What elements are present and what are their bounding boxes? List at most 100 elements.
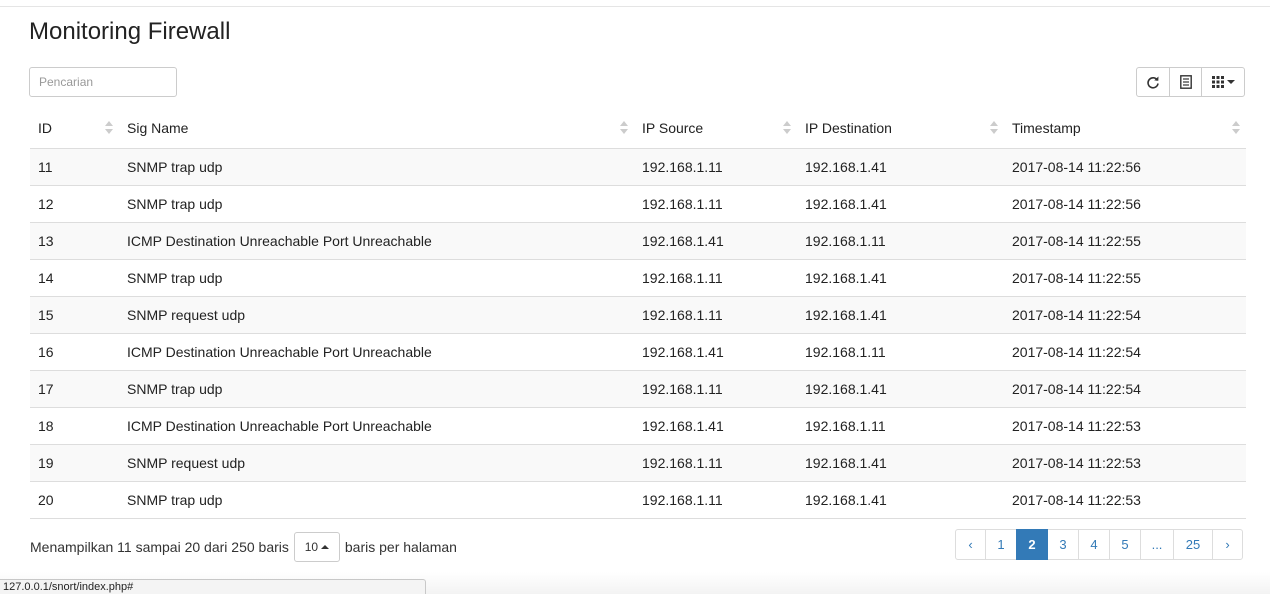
cell-timestamp: 2017-08-14 11:22:53 bbox=[1004, 444, 1246, 482]
cell-ip-destination: 192.168.1.11 bbox=[797, 222, 1004, 260]
cell-timestamp: 2017-08-14 11:22:53 bbox=[1004, 407, 1246, 445]
column-header-sig-name[interactable]: Sig Name bbox=[119, 108, 634, 149]
cell-timestamp: 2017-08-14 11:22:56 bbox=[1004, 148, 1246, 186]
page-link-5[interactable]: 5 bbox=[1109, 529, 1141, 560]
column-header-ip-source[interactable]: IP Source bbox=[634, 108, 797, 149]
cell-ip-source: 192.168.1.11 bbox=[634, 259, 797, 297]
table-row[interactable]: 14 SNMP trap udp 192.168.1.11 192.168.1.41 2… bbox=[30, 259, 1246, 297]
cell-sig-name: SNMP trap udp bbox=[119, 185, 634, 223]
column-header-id[interactable]: ID bbox=[30, 108, 119, 149]
sort-icon bbox=[990, 121, 998, 135]
showing-text: Menampilkan 11 sampai 20 dari 250 baris bbox=[30, 539, 289, 555]
browser-status-url: 127.0.0.1/snort/index.php# bbox=[0, 579, 426, 594]
cell-ip-source: 192.168.1.41 bbox=[634, 222, 797, 260]
column-header-timestamp[interactable]: Timestamp bbox=[1004, 108, 1246, 149]
cell-id: 14 bbox=[30, 259, 119, 297]
cell-ip-destination: 192.168.1.41 bbox=[797, 148, 1004, 186]
cell-sig-name: SNMP trap udp bbox=[119, 259, 634, 297]
column-header-label: IP Destination bbox=[805, 119, 892, 136]
cell-ip-source: 192.168.1.11 bbox=[634, 185, 797, 223]
top-divider bbox=[0, 6, 1270, 7]
cell-timestamp: 2017-08-14 11:22:54 bbox=[1004, 333, 1246, 371]
cell-ip-source: 192.168.1.11 bbox=[634, 370, 797, 408]
table-row[interactable]: 17 SNMP trap udp 192.168.1.11 192.168.1.41 2… bbox=[30, 370, 1246, 408]
column-header-label: Timestamp bbox=[1012, 119, 1081, 136]
firewall-table: ID Sig Name IP Source IP Destination Tim… bbox=[30, 108, 1246, 519]
cell-sig-name: SNMP trap udp bbox=[119, 481, 634, 519]
cell-id: 19 bbox=[30, 444, 119, 482]
column-header-ip-destination[interactable]: IP Destination bbox=[797, 108, 1004, 149]
columns-dropdown-button[interactable] bbox=[1201, 67, 1245, 97]
table-row[interactable]: 11 SNMP trap udp 192.168.1.11 192.168.1.41 2… bbox=[30, 148, 1246, 186]
table-row[interactable]: 13 ICMP Destination Unreachable Port Unre… bbox=[30, 222, 1246, 260]
cell-id: 17 bbox=[30, 370, 119, 408]
column-header-label: IP Source bbox=[642, 119, 704, 136]
cell-sig-name: SNMP trap udp bbox=[119, 370, 634, 408]
cell-ip-destination: 192.168.1.41 bbox=[797, 370, 1004, 408]
cell-ip-source: 192.168.1.11 bbox=[634, 148, 797, 186]
cell-ip-destination: 192.168.1.11 bbox=[797, 407, 1004, 445]
cell-ip-source: 192.168.1.41 bbox=[634, 333, 797, 371]
cell-id: 11 bbox=[30, 148, 119, 186]
cell-ip-destination: 192.168.1.11 bbox=[797, 333, 1004, 371]
toggle-view-button[interactable] bbox=[1169, 67, 1202, 97]
column-header-label: ID bbox=[38, 119, 52, 136]
cell-timestamp: 2017-08-14 11:22:54 bbox=[1004, 370, 1246, 408]
cell-sig-name: SNMP request udp bbox=[119, 296, 634, 334]
list-toggle-icon bbox=[1179, 75, 1192, 89]
cell-sig-name: SNMP request udp bbox=[119, 444, 634, 482]
cell-ip-source: 192.168.1.11 bbox=[634, 296, 797, 334]
page-link-4[interactable]: 4 bbox=[1078, 529, 1110, 560]
cell-timestamp: 2017-08-14 11:22:54 bbox=[1004, 296, 1246, 334]
page-ellipsis[interactable]: ... bbox=[1140, 529, 1174, 560]
page-prev-button[interactable]: ‹ bbox=[955, 529, 986, 560]
table-row[interactable]: 19 SNMP request udp 192.168.1.11 192.168.1.… bbox=[30, 444, 1246, 482]
sort-icon bbox=[105, 121, 113, 135]
cell-id: 12 bbox=[30, 185, 119, 223]
cell-sig-name: ICMP Destination Unreachable Port Unreac… bbox=[119, 333, 634, 371]
table-row[interactable]: 16 ICMP Destination Unreachable Port Unre… bbox=[30, 333, 1246, 371]
cell-id: 20 bbox=[30, 481, 119, 519]
per-page-text: baris per halaman bbox=[344, 539, 457, 555]
cell-timestamp: 2017-08-14 11:22:55 bbox=[1004, 222, 1246, 260]
pagination-info: Menampilkan 11 sampai 20 dari 250 baris … bbox=[30, 532, 457, 562]
table-row[interactable]: 12 SNMP trap udp 192.168.1.11 192.168.1.41 2… bbox=[30, 185, 1246, 223]
page-link-1[interactable]: 1 bbox=[985, 529, 1017, 560]
search-input[interactable] bbox=[29, 67, 177, 97]
cell-sig-name: SNMP trap udp bbox=[119, 148, 634, 186]
table-row[interactable]: 15 SNMP request udp 192.168.1.11 192.168.1.… bbox=[30, 296, 1246, 334]
cell-timestamp: 2017-08-14 11:22:56 bbox=[1004, 185, 1246, 223]
page-link-2[interactable]: 2 bbox=[1016, 529, 1048, 560]
page-link-25[interactable]: 25 bbox=[1173, 529, 1213, 560]
table-toolbar bbox=[1136, 67, 1245, 97]
page-next-button[interactable]: › bbox=[1212, 529, 1243, 560]
cell-sig-name: ICMP Destination Unreachable Port Unreac… bbox=[119, 222, 634, 260]
sort-icon bbox=[783, 121, 791, 135]
cell-id: 15 bbox=[30, 296, 119, 334]
refresh-button[interactable] bbox=[1136, 67, 1170, 97]
cell-ip-source: 192.168.1.41 bbox=[634, 407, 797, 445]
cell-sig-name: ICMP Destination Unreachable Port Unreac… bbox=[119, 407, 634, 445]
sort-icon bbox=[1232, 121, 1240, 135]
cell-timestamp: 2017-08-14 11:22:55 bbox=[1004, 259, 1246, 297]
table-row[interactable]: 18 ICMP Destination Unreachable Port Unre… bbox=[30, 407, 1246, 445]
column-header-label: Sig Name bbox=[127, 119, 189, 136]
cell-timestamp: 2017-08-14 11:22:53 bbox=[1004, 481, 1246, 519]
cell-ip-destination: 192.168.1.41 bbox=[797, 481, 1004, 519]
page-size-value: 10 bbox=[304, 540, 319, 554]
cell-ip-destination: 192.168.1.41 bbox=[797, 185, 1004, 223]
cell-id: 13 bbox=[30, 222, 119, 260]
sort-icon bbox=[620, 121, 628, 135]
cell-ip-source: 192.168.1.11 bbox=[634, 444, 797, 482]
chevron-down-icon bbox=[1226, 80, 1235, 84]
columns-grid-icon bbox=[1211, 76, 1224, 88]
page-title: Monitoring Firewall bbox=[29, 18, 231, 45]
page-size-dropdown[interactable]: 10 bbox=[293, 532, 340, 562]
cell-ip-destination: 192.168.1.41 bbox=[797, 444, 1004, 482]
table-header-row: ID Sig Name IP Source IP Destination Tim… bbox=[30, 108, 1246, 149]
page-link-3[interactable]: 3 bbox=[1047, 529, 1079, 560]
cell-ip-destination: 192.168.1.41 bbox=[797, 296, 1004, 334]
table-row[interactable]: 20 SNMP trap udp 192.168.1.11 192.168.1.41 2… bbox=[30, 481, 1246, 519]
chevron-up-icon bbox=[321, 545, 330, 549]
cell-ip-source: 192.168.1.11 bbox=[634, 481, 797, 519]
